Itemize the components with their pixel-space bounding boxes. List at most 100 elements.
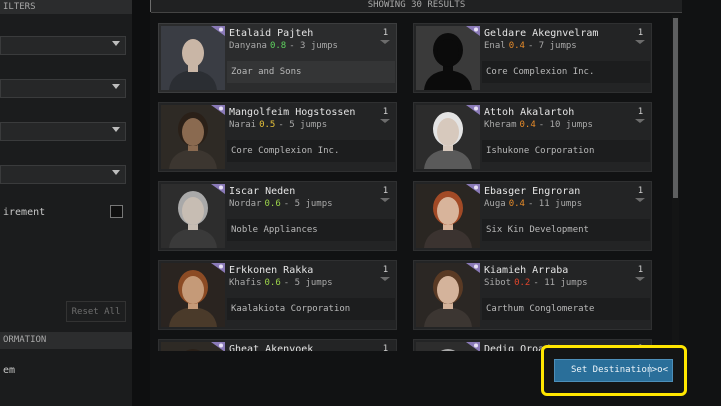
security-status: 0.8 <box>269 41 287 51</box>
security-status: 0.4 <box>508 41 525 51</box>
agent-type-icon <box>466 342 480 351</box>
agent-level: 1 <box>632 106 649 126</box>
agent-location: Khafis 0.6- 5 jumps <box>229 278 333 288</box>
chevron-down-icon <box>112 127 120 132</box>
filters-panel: ILTERS irement Reset All ORMATION em <box>0 0 132 406</box>
jump-count: - 3 jumps <box>289 41 338 51</box>
agent-location: Narai 0.5- 5 jumps <box>229 120 327 130</box>
agent-location: Enal 0.4- 7 jumps <box>484 41 577 51</box>
agent-location: Sibot 0.2- 11 jumps <box>484 278 588 288</box>
level-chevron-icon <box>380 198 390 202</box>
information-text: em <box>3 365 16 376</box>
system-name: Nordar <box>229 199 262 209</box>
agent-level: 1 <box>377 343 394 351</box>
agent-type-icon <box>211 184 225 194</box>
agent-name: Gheat Akenvoek <box>229 344 314 351</box>
set-destination-label: Set Destination <box>571 365 653 375</box>
agent-name: Geldare Akegnvelram <box>484 28 599 39</box>
agent-location: Kheram 0.4- 10 jumps <box>484 120 593 130</box>
agent-corporation: Kaalakiota Corporation <box>227 298 395 320</box>
agent-corporation: Six Kin Development <box>482 219 650 241</box>
agent-name: Mangolfeim Hogstossen <box>229 107 356 118</box>
agent-level: 1 <box>632 185 649 205</box>
level-chevron-icon <box>635 277 645 281</box>
agent-card[interactable]: Geldare Akegnvelram Enal 0.4- 7 jumps Core … <box>413 23 652 93</box>
jump-count: - 5 jumps <box>283 199 333 209</box>
chevron-down-icon <box>112 170 120 175</box>
chevron-down-icon <box>112 41 120 46</box>
agent-type-icon <box>466 263 480 273</box>
set-destination-button[interactable]: Set Destination >o< <box>554 359 673 382</box>
filter-dropdown-4[interactable] <box>0 165 126 184</box>
system-name: Enal <box>484 41 506 51</box>
agent-name: Erkkonen Rakka <box>229 265 314 276</box>
scrollbar-thumb[interactable] <box>673 18 678 198</box>
results-header: SHOWING 30 RESULTS <box>151 0 682 13</box>
agent-corporation: Zoar and Sons <box>227 61 395 83</box>
security-status: 0.4 <box>519 120 536 130</box>
agent-card[interactable]: Attoh Akalartoh Kheram 0.4- 10 jumps Ishuko… <box>413 102 652 172</box>
button-separator <box>649 364 650 377</box>
results-grid: Etalaid Pajteh Danyana 0.8- 3 jumps Zoar an… <box>151 13 671 351</box>
level-chevron-icon <box>380 119 390 123</box>
system-name: Auga <box>484 199 506 209</box>
agent-name: Attoh Akalartoh <box>484 107 575 118</box>
agent-level: 1 <box>632 264 649 284</box>
reset-all-button[interactable]: Reset All <box>66 301 126 322</box>
agent-type-icon <box>211 342 225 351</box>
agent-location: Danyana 0.8- 3 jumps <box>229 41 338 51</box>
agent-level: 1 <box>377 185 394 205</box>
chevron-down-icon <box>112 84 120 89</box>
jump-count: - 11 jumps <box>527 199 583 209</box>
agent-card[interactable]: Erkkonen Rakka Khafis 0.6- 5 jumps Kaalakio… <box>158 260 397 330</box>
agent-type-icon <box>466 26 480 36</box>
agent-name: Ebasger Engroran <box>484 186 581 197</box>
information-header: ORMATION <box>0 332 132 349</box>
agent-name: Kiamieh Arraba <box>484 265 569 276</box>
agent-card[interactable]: Gheat Akenvoek 1 <box>158 339 397 351</box>
requirement-checkbox[interactable] <box>110 205 123 218</box>
level-chevron-icon <box>380 40 390 44</box>
agent-name: Iscar Neden <box>229 186 296 197</box>
jump-count: - 7 jumps <box>527 41 577 51</box>
jump-count: - 5 jumps <box>283 278 333 288</box>
agent-level: 1 <box>377 264 394 284</box>
security-status: 0.4 <box>508 199 525 209</box>
agent-location: Auga 0.4- 11 jumps <box>484 199 582 209</box>
filter-dropdown-2[interactable] <box>0 79 126 98</box>
agent-corporation: Noble Appliances <box>227 219 395 241</box>
agent-corporation: Ishukone Corporation <box>482 140 650 162</box>
agent-type-icon <box>211 26 225 36</box>
requirement-label: irement <box>3 207 46 218</box>
agent-card[interactable]: Iscar Neden Nordar 0.6- 5 jumps Noble Appli… <box>158 181 397 251</box>
agent-level: 1 <box>377 106 394 126</box>
agent-type-icon <box>211 105 225 115</box>
security-status: 0.2 <box>514 278 531 288</box>
agent-card[interactable]: Etalaid Pajteh Danyana 0.8- 3 jumps Zoar an… <box>158 23 397 93</box>
agent-card[interactable]: Mangolfeim Hogstossen Narai 0.5- 5 jumps Co… <box>158 102 397 172</box>
set-destination-highlight: Set Destination >o< <box>541 345 687 396</box>
jump-count: - 10 jumps <box>538 120 593 130</box>
agent-type-icon <box>211 263 225 273</box>
system-name: Sibot <box>484 278 512 288</box>
level-chevron-icon <box>635 40 645 44</box>
level-chevron-icon <box>380 277 390 281</box>
level-chevron-icon <box>635 198 645 202</box>
agent-card[interactable]: Kiamieh Arraba Sibot 0.2- 11 jumps Carthum … <box>413 260 652 330</box>
security-status: 0.6 <box>264 199 281 209</box>
filters-header: ILTERS <box>0 0 132 14</box>
filter-dropdown-1[interactable] <box>0 36 126 55</box>
agent-location: Nordar 0.6- 5 jumps <box>229 199 333 209</box>
security-status: 0.6 <box>264 278 281 288</box>
panel-divider <box>132 0 150 406</box>
jump-count: - 5 jumps <box>278 120 328 130</box>
security-status: 0.5 <box>259 120 276 130</box>
agent-level: 1 <box>632 27 649 47</box>
agent-card[interactable]: Ebasger Engroran Auga 0.4- 11 jumps Six Kin… <box>413 181 652 251</box>
agent-name: Etalaid Pajteh <box>229 28 314 39</box>
system-name: Danyana <box>229 41 267 51</box>
filter-dropdown-3[interactable] <box>0 122 126 141</box>
agent-corporation: Carthum Conglomerate <box>482 298 650 320</box>
jump-count: - 11 jumps <box>533 278 588 288</box>
route-icon: >o< <box>651 365 668 375</box>
